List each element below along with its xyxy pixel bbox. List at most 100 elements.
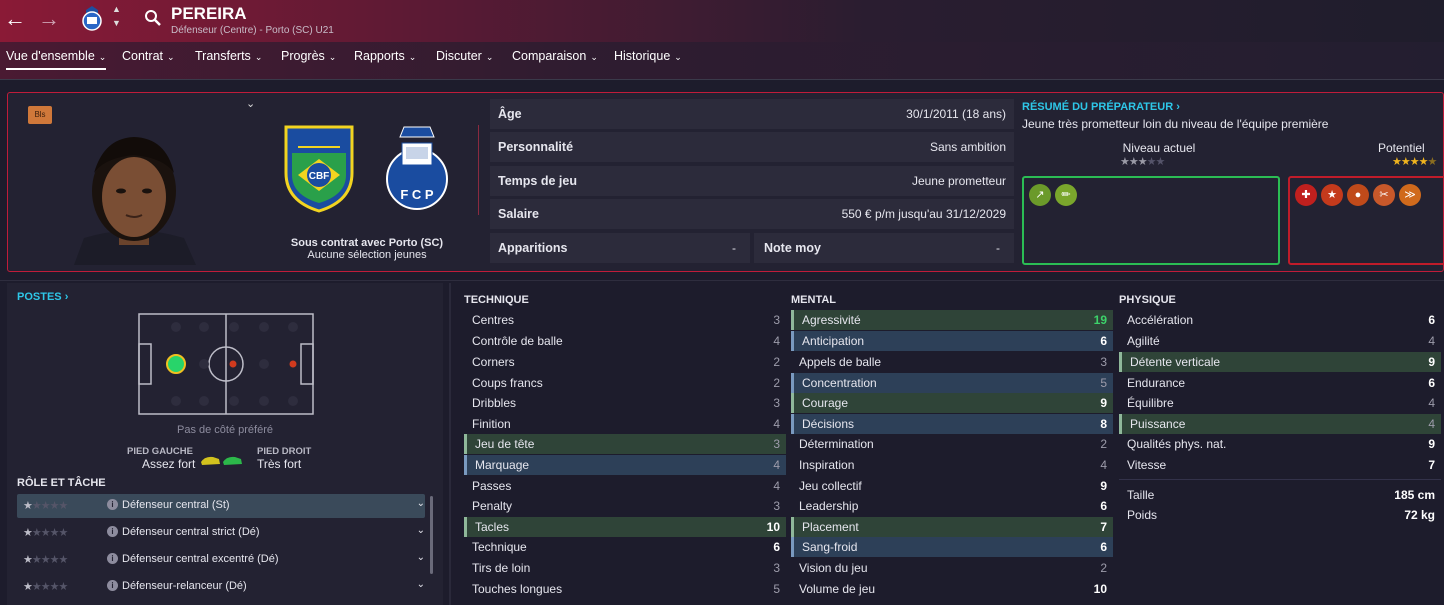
menu-progress[interactable]: Progrès ⌄: [281, 49, 336, 68]
attribute-name: Vitesse: [1127, 458, 1167, 472]
attribute-value: 4: [1428, 396, 1435, 410]
attribute-row[interactable]: Agressivité 19: [791, 310, 1113, 330]
attribute-row[interactable]: Concentration 5: [791, 373, 1113, 393]
attribute-row[interactable]: Volume de jeu 10: [791, 579, 1113, 599]
attribute-row[interactable]: Anticipation 6: [791, 331, 1113, 351]
attribute-row[interactable]: Finition 4: [464, 414, 786, 434]
attribute-row[interactable]: Appels de balle 3: [791, 352, 1113, 372]
attribute-row[interactable]: Contrôle de balle 4: [464, 331, 786, 351]
preferred-side: Pas de côté préféré: [176, 424, 273, 436]
attribute-row[interactable]: Inspiration 4: [791, 455, 1113, 475]
attribute-row[interactable]: Vision du jeu 2: [791, 558, 1113, 578]
attribute-row[interactable]: Corners 2: [464, 352, 786, 372]
attribute-row[interactable]: Penalty 3: [464, 496, 786, 516]
role-row[interactable]: ★★★★★ i Défenseur-relanceur (Dé) ⌄: [17, 575, 425, 599]
menu-label: Vue d'ensemble: [6, 49, 95, 63]
attribute-row[interactable]: Jeu collectif 9: [791, 476, 1113, 496]
attribute-row[interactable]: Agilité 4: [1119, 331, 1441, 351]
attribute-row[interactable]: Endurance 6: [1119, 373, 1441, 393]
chevron-down-icon: ⌄: [485, 52, 494, 62]
attribute-row[interactable]: Décisions 8: [791, 414, 1113, 434]
chevron-down-icon[interactable]: ⌄: [417, 498, 425, 509]
menu-discuss[interactable]: Discuter ⌄: [436, 49, 493, 68]
menu-history[interactable]: Historique ⌄: [614, 49, 682, 68]
fcp-text: F C P: [400, 187, 434, 202]
head-icon[interactable]: ●: [1347, 184, 1369, 206]
attribute-row[interactable]: Puissance 4: [1119, 414, 1441, 434]
roles-scrollbar[interactable]: [430, 496, 433, 574]
club-logo-icon[interactable]: [78, 3, 106, 33]
attribute-row[interactable]: Dribbles 3: [464, 393, 786, 413]
chevron-down-icon[interactable]: ⌄: [417, 552, 425, 563]
attribute-row[interactable]: Placement 7: [791, 517, 1113, 537]
info-icon[interactable]: i: [107, 553, 118, 564]
positions-link[interactable]: POSTES ›: [17, 291, 68, 303]
menu-comparison[interactable]: Comparaison ⌄: [512, 49, 598, 68]
attribute-row[interactable]: Centres 3: [464, 310, 786, 330]
next-player-icon[interactable]: ▼: [112, 18, 121, 28]
boot-icon[interactable]: ✏: [1055, 184, 1077, 206]
attribute-row[interactable]: Courage 9: [791, 393, 1113, 413]
attribute-name: Décisions: [802, 417, 855, 431]
attribute-row[interactable]: Coups francs 2: [464, 373, 786, 393]
role-row[interactable]: ★★★★★ i Défenseur central excentré (Dé) …: [17, 548, 425, 572]
menu-contract[interactable]: Contrat ⌄: [122, 49, 175, 68]
chevron-down-icon[interactable]: ⌄: [417, 525, 425, 536]
attribute-row[interactable]: Leadership 6: [791, 496, 1113, 516]
medical-icon[interactable]: ✚: [1295, 184, 1317, 206]
role-stars: ★★★★★: [23, 500, 68, 512]
attribute-value: 6: [1100, 499, 1107, 513]
back-arrow-icon[interactable]: ←: [4, 6, 26, 32]
attribute-row[interactable]: Détente verticale 9: [1119, 352, 1441, 372]
scissors-icon[interactable]: ✂: [1373, 184, 1395, 206]
forward-arrow-icon[interactable]: →: [38, 6, 60, 32]
attribute-row[interactable]: Tacles 10: [464, 517, 786, 537]
attribute-name: Penalty: [472, 499, 513, 513]
attribute-name: Jeu collectif: [799, 479, 862, 493]
attribute-row[interactable]: Jeu de tête 3: [464, 434, 786, 454]
role-row[interactable]: ★★★★★ i Défenseur central (St) ⌄: [17, 494, 425, 518]
menu-label: Rapports: [354, 49, 405, 63]
star-icon[interactable]: ★: [1321, 184, 1343, 206]
attribute-value: 10: [1093, 582, 1107, 596]
trending-up-icon[interactable]: ↗: [1029, 184, 1051, 206]
attribute-value: 6: [1100, 334, 1107, 348]
role-name: Défenseur-relanceur (Dé): [122, 580, 247, 592]
attribute-name: Courage: [802, 396, 849, 410]
info-icon[interactable]: i: [107, 499, 118, 510]
menu-reports[interactable]: Rapports ⌄: [354, 49, 416, 68]
search-icon[interactable]: [144, 9, 162, 27]
menu-label: Progrès: [281, 49, 325, 63]
info-icon[interactable]: i: [107, 526, 118, 537]
boots-icon[interactable]: ≫: [1399, 184, 1421, 206]
chevron-down-icon[interactable]: ⌄: [417, 579, 425, 590]
attribute-value: 19: [1093, 313, 1107, 327]
attribute-name: Technique: [472, 540, 527, 554]
attribute-row[interactable]: Passes 4: [464, 476, 786, 496]
attribute-row[interactable]: Touches longues 5: [464, 579, 786, 599]
role-row[interactable]: ★★★★★ i Défenseur central strict (Dé) ⌄: [17, 521, 425, 545]
attribute-row[interactable]: Technique 6: [464, 537, 786, 557]
attribute-row[interactable]: Détermination 2: [791, 434, 1113, 454]
status-badge[interactable]: Bls: [28, 106, 52, 124]
attribute-row[interactable]: Qualités phys. nat. 9: [1119, 434, 1441, 454]
info-icon[interactable]: i: [107, 580, 118, 591]
attribute-row[interactable]: Marquage 4: [464, 455, 786, 475]
chevron-down-icon[interactable]: ⌄: [246, 97, 255, 110]
positions-panel: POSTES › Pas de côté préféré PIED GAUCHE…: [7, 283, 443, 605]
menu-label: Historique: [614, 49, 671, 63]
menu-transfers[interactable]: Transferts ⌄: [195, 49, 262, 68]
coach-report-link[interactable]: RÉSUMÉ DU PRÉPARATEUR ›: [1022, 101, 1180, 113]
attribute-row[interactable]: Accélération 6: [1119, 310, 1441, 330]
technique-title: TECHNIQUE: [464, 294, 529, 306]
attribute-row[interactable]: Tirs de loin 3: [464, 558, 786, 578]
attribute-row[interactable]: Sang-froid 6: [791, 537, 1113, 557]
positions-label: POSTES: [17, 291, 62, 303]
previous-player-icon[interactable]: ▲: [112, 4, 121, 14]
attribute-row[interactable]: Équilibre 4: [1119, 393, 1441, 413]
current-ability-label: Niveau actuel: [1122, 141, 1196, 155]
age-label: Âge: [498, 107, 522, 121]
menu-overview[interactable]: Vue d'ensemble ⌄: [6, 49, 107, 70]
attribute-value: 4: [773, 458, 780, 472]
attribute-row[interactable]: Vitesse 7: [1119, 455, 1441, 475]
